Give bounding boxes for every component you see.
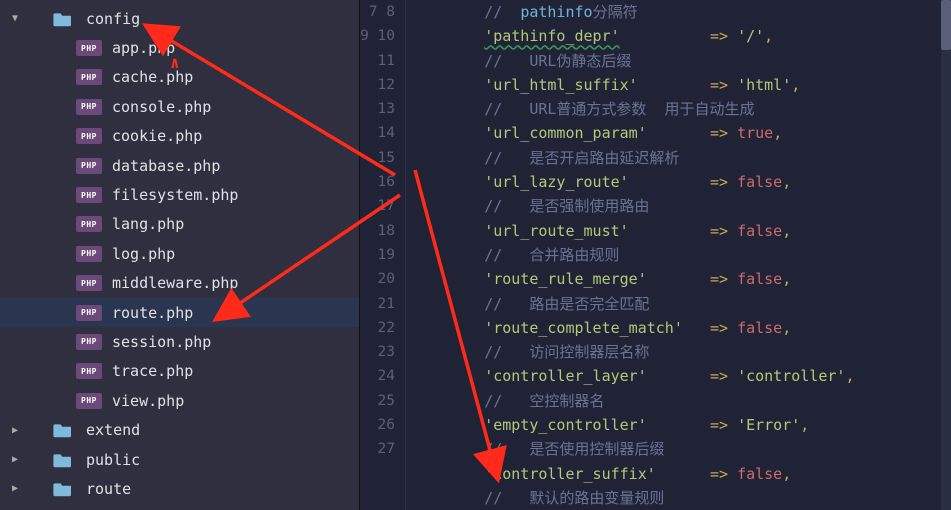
- file-console-php[interactable]: PHP console.php: [0, 92, 359, 121]
- php-file-icon: PHP: [76, 187, 102, 203]
- file-label: view.php: [112, 392, 184, 410]
- php-file-icon: PHP: [76, 275, 102, 291]
- file-label: log.php: [112, 245, 175, 263]
- file-filesystem-php[interactable]: PHP filesystem.php: [0, 180, 359, 209]
- file-label: app.php: [112, 39, 175, 57]
- folder-config[interactable]: ▼ config: [0, 4, 359, 33]
- php-file-icon: PHP: [76, 40, 102, 56]
- file-middleware-php[interactable]: PHP middleware.php: [0, 269, 359, 298]
- folder-extend[interactable]: ▶ extend: [0, 415, 359, 444]
- folder-icon: [52, 11, 74, 27]
- chevron-down-icon: ▼: [8, 13, 22, 24]
- file-explorer-sidebar: ▼ config PHP app.php PHP cache.php PHP consol…: [0, 0, 360, 510]
- folder-icon: [52, 481, 74, 497]
- folder-label: route: [86, 480, 131, 498]
- file-database-php[interactable]: PHP database.php: [0, 151, 359, 180]
- file-label: middleware.php: [112, 274, 238, 292]
- php-file-icon: PHP: [76, 363, 102, 379]
- chevron-right-icon: ▶: [8, 483, 22, 494]
- file-label: route.php: [112, 304, 193, 322]
- file-view-php[interactable]: PHP view.php: [0, 386, 359, 415]
- folder-route[interactable]: ▶ route: [0, 474, 359, 503]
- php-file-icon: PHP: [76, 393, 102, 409]
- folder-label: config: [86, 10, 140, 28]
- file-log-php[interactable]: PHP log.php: [0, 239, 359, 268]
- file-label: cookie.php: [112, 127, 202, 145]
- file-trace-php[interactable]: PHP trace.php: [0, 357, 359, 386]
- file-app-php[interactable]: PHP app.php: [0, 33, 359, 62]
- file-label: filesystem.php: [112, 186, 238, 204]
- php-file-icon: PHP: [76, 128, 102, 144]
- vertical-scrollbar[interactable]: [941, 0, 951, 510]
- php-file-icon: PHP: [76, 158, 102, 174]
- folder-public[interactable]: ▶ public: [0, 445, 359, 474]
- php-file-icon: PHP: [76, 334, 102, 350]
- file-label: console.php: [112, 98, 211, 116]
- folder-label: extend: [86, 421, 140, 439]
- code-content[interactable]: // pathinfo分隔符 'pathinfo_depr' => '/', /…: [406, 0, 951, 510]
- folder-label: public: [86, 451, 140, 469]
- file-lang-php[interactable]: PHP lang.php: [0, 210, 359, 239]
- php-file-icon: PHP: [76, 216, 102, 232]
- folder-icon: [52, 422, 74, 438]
- file-cache-php[interactable]: PHP cache.php: [0, 63, 359, 92]
- chevron-right-icon: ▶: [8, 425, 22, 436]
- file-label: lang.php: [112, 215, 184, 233]
- php-file-icon: PHP: [76, 99, 102, 115]
- file-label: cache.php: [112, 68, 193, 86]
- file-session-php[interactable]: PHP session.php: [0, 327, 359, 356]
- file-cookie-php[interactable]: PHP cookie.php: [0, 122, 359, 151]
- file-label: trace.php: [112, 362, 193, 380]
- php-file-icon: PHP: [76, 246, 102, 262]
- scrollbar-thumb[interactable]: [941, 0, 951, 50]
- folder-icon: [52, 452, 74, 468]
- file-label: session.php: [112, 333, 211, 351]
- line-number-gutter: 7 8 9 10 11 12 13 14 15 16 17 18 19 20 2…: [360, 0, 406, 510]
- file-route-php[interactable]: PHP route.php: [0, 298, 359, 327]
- chevron-right-icon: ▶: [8, 454, 22, 465]
- code-editor[interactable]: 7 8 9 10 11 12 13 14 15 16 17 18 19 20 2…: [360, 0, 951, 510]
- php-file-icon: PHP: [76, 69, 102, 85]
- php-file-icon: PHP: [76, 305, 102, 321]
- file-label: database.php: [112, 157, 220, 175]
